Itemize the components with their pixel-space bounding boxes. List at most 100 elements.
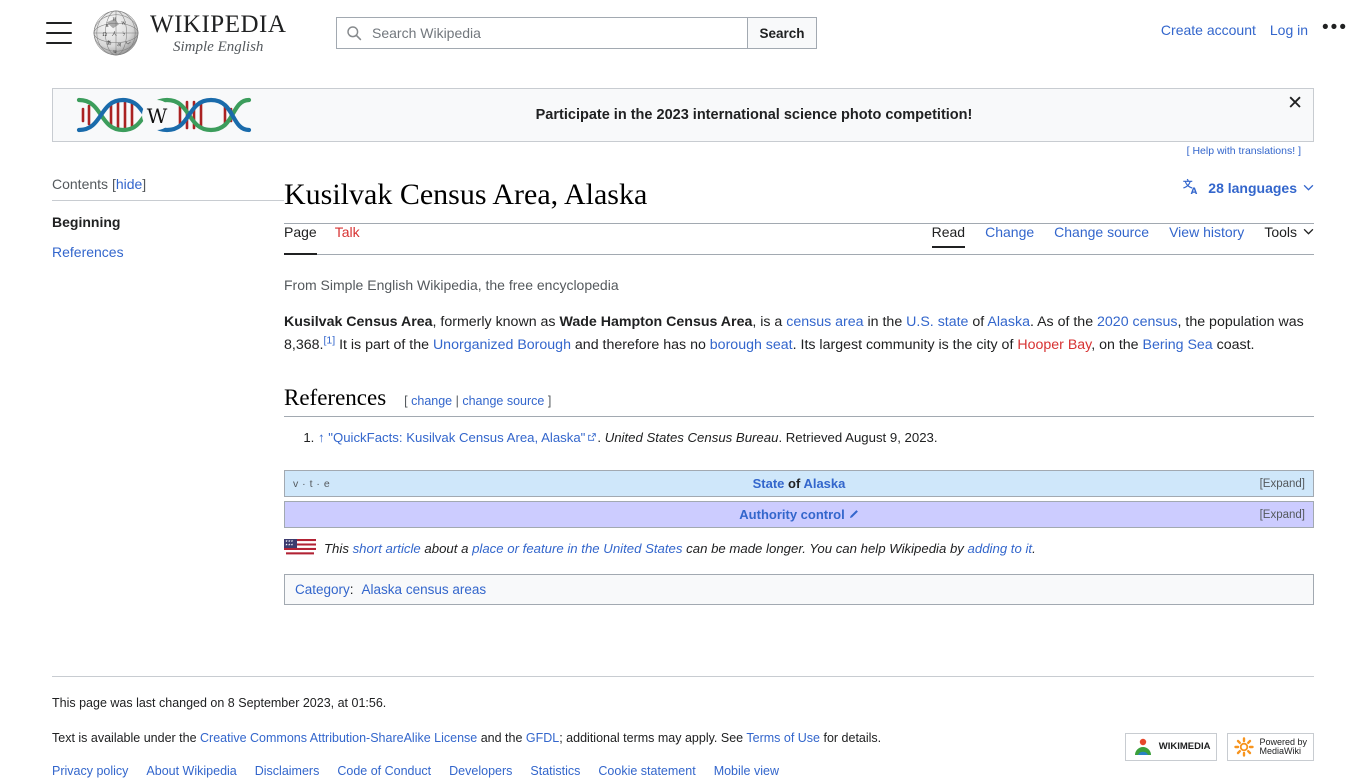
tab-change-source[interactable]: Change source <box>1054 224 1149 247</box>
navbox-link-state[interactable]: State <box>753 476 785 491</box>
namespace-tabs: Page Talk <box>284 224 360 255</box>
section-edit-links: [ change | change source ] <box>404 394 552 409</box>
link-gfdl[interactable]: GFDL <box>526 731 559 745</box>
footer-link-mobile-view[interactable]: Mobile view <box>714 764 779 778</box>
page-body: Contents [hide] Beginning References Kus… <box>0 176 1366 606</box>
toc-item-references[interactable]: References <box>52 237 284 267</box>
tab-read[interactable]: Read <box>931 224 966 248</box>
svg-text:ל: ל <box>122 31 126 38</box>
reference-backlink[interactable]: ↑ <box>318 430 325 445</box>
site-notice-banner: W Participate in the 2023 international … <box>52 88 1314 157</box>
footer-link-disclaimers[interactable]: Disclaimers <box>255 764 320 778</box>
page-title: Kusilvak Census Area, Alaska <box>284 176 1314 224</box>
toc-item-beginning[interactable]: Beginning <box>52 207 284 237</box>
wikimedia-icon <box>1134 738 1151 755</box>
navbox-title: State of Alaska <box>752 476 846 492</box>
svg-text:Ω: Ω <box>103 32 108 38</box>
section-change-link[interactable]: change <box>411 394 452 408</box>
search-icon <box>347 26 362 41</box>
toc-header: Contents [hide] <box>52 176 284 201</box>
link-borough-seat[interactable]: borough seat <box>710 337 793 353</box>
link-unorganized-borough[interactable]: Unorganized Borough <box>433 337 571 353</box>
navbox-state-of-alaska[interactable]: v · t · e State of Alaska [Expand] <box>284 470 1314 498</box>
search-button[interactable]: Search <box>748 17 817 49</box>
tools-menu-button[interactable]: Tools <box>1264 224 1314 240</box>
footer-link-about-wikipedia[interactable]: About Wikipedia <box>146 764 236 778</box>
last-modified-text: This page was last changed on 8 Septembe… <box>52 696 387 710</box>
view-tabs: Read Change Change source View history T… <box>931 224 1314 254</box>
navbox-link-alaska[interactable]: Alaska <box>803 476 845 491</box>
table-of-contents: Contents [hide] Beginning References <box>0 176 284 605</box>
navbox-vte-links[interactable]: v · t · e <box>293 478 413 490</box>
link-us-state[interactable]: U.S. state <box>906 314 968 330</box>
languages-label: 28 languages <box>1208 179 1297 196</box>
footer-link-cookie-statement[interactable]: Cookie statement <box>598 764 695 778</box>
create-account-link[interactable]: Create account <box>1161 22 1256 38</box>
footer-link-developers[interactable]: Developers <box>449 764 512 778</box>
us-flag-map-icon: ★★★★★★ <box>284 539 316 555</box>
svg-text:W: W <box>147 104 168 128</box>
category-item[interactable]: Alaska census areas <box>362 582 487 597</box>
chevron-down-icon <box>1303 184 1314 191</box>
ellipsis-icon[interactable]: ••• <box>1322 18 1348 38</box>
powered-by-mediawiki-logo[interactable]: Powered by MediaWiki <box>1227 733 1314 761</box>
footer-link-privacy-policy[interactable]: Privacy policy <box>52 764 128 778</box>
pencil-icon[interactable] <box>848 509 859 520</box>
references-heading-text: References <box>284 385 387 411</box>
mediawiki-sunflower-icon <box>1234 737 1255 757</box>
link-census-area[interactable]: census area <box>786 314 863 330</box>
navbox-authority-control[interactable]: Authority control [Expand] <box>284 501 1314 529</box>
svg-text:w: w <box>121 20 126 26</box>
site-footer: This page was last changed on 8 Septembe… <box>52 676 1314 778</box>
site-tagline: From Simple English Wikipedia, the free … <box>284 276 619 293</box>
footer-link-code-of-conduct[interactable]: Code of Conduct <box>337 764 431 778</box>
tab-view-history[interactable]: View history <box>1169 224 1244 247</box>
link-cc-license[interactable]: Creative Commons Attribution-ShareAlike … <box>200 731 477 745</box>
svg-text:ب: ب <box>126 40 131 46</box>
link-alaska[interactable]: Alaska <box>987 314 1030 330</box>
stub-text: This short article about a place or feat… <box>324 540 1036 556</box>
search-input[interactable] <box>370 19 747 47</box>
mediawiki-logo-text: Powered by MediaWiki <box>1259 736 1307 756</box>
link-terms-of-use[interactable]: Terms of Use <box>746 731 820 745</box>
footer-link-statistics[interactable]: Statistics <box>530 764 580 778</box>
wikimedia-logo-text: WIKIMEDIA <box>1158 741 1211 753</box>
search-box[interactable] <box>336 17 748 49</box>
languages-button[interactable]: 文 A 28 languages <box>1183 178 1314 197</box>
navbox-link-authority-control[interactable]: Authority control <box>739 507 844 522</box>
link-place-or-feature[interactable]: place or feature in the United States <box>472 541 682 556</box>
svg-text:A: A <box>1191 187 1198 197</box>
navbox-expand-button[interactable]: [Expand] <box>1185 509 1305 521</box>
lead-paragraph: Kusilvak Census Area, formerly known as … <box>284 313 1304 353</box>
lead-bold-title: Kusilvak Census Area <box>284 313 433 330</box>
tab-change[interactable]: Change <box>985 224 1034 247</box>
header-user-links: Create account Log in ••• <box>1161 18 1348 38</box>
link-short-article[interactable]: short article <box>353 541 421 556</box>
toc-hide-link[interactable]: hide <box>116 176 142 192</box>
article-tabs: Page Talk Read Change Change source View… <box>284 224 1314 255</box>
tab-talk[interactable]: Talk <box>335 224 360 254</box>
navbox-expand-button[interactable]: [Expand] <box>1185 478 1305 490</box>
reference-title-link[interactable]: "QuickFacts: Kusilvak Census Area, Alask… <box>328 430 585 445</box>
login-link[interactable]: Log in <box>1270 22 1308 38</box>
reference-retrieved: . Retrieved August 9, 2023. <box>778 430 938 446</box>
chevron-down-icon <box>1303 228 1314 235</box>
link-hooper-bay[interactable]: Hooper Bay <box>1017 337 1091 353</box>
reference-publisher: United States Census Bureau <box>604 430 779 446</box>
footer-logos: WIKIMEDIA Powered by MediaWiki <box>1124 733 1314 761</box>
link-adding-to-it[interactable]: adding to it <box>968 541 1033 556</box>
link-2020-census[interactable]: 2020 census <box>1097 314 1177 330</box>
ref-marker-1[interactable]: [1] <box>323 334 335 346</box>
wikipedia-logo-link[interactable]: иwя Ω人ל あअب ಅ WIKIPEDIA Simple English <box>92 8 286 58</box>
section-change-source-link[interactable]: change source <box>462 394 544 408</box>
category-label[interactable]: Category <box>295 582 350 597</box>
search-area: Search <box>336 17 817 49</box>
link-bering-sea[interactable]: Bering Sea <box>1143 337 1213 353</box>
language-icon: 文 A <box>1183 179 1198 198</box>
tab-page[interactable]: Page <box>284 224 317 255</box>
category-box: Category: Alaska census areas <box>284 574 1314 606</box>
wikimedia-foundation-logo[interactable]: WIKIMEDIA <box>1124 733 1218 761</box>
hamburger-icon[interactable] <box>46 22 72 44</box>
close-icon[interactable]: ✕ <box>1287 94 1303 113</box>
banner-help-link[interactable]: [ Help with translations! ] <box>1187 145 1301 157</box>
